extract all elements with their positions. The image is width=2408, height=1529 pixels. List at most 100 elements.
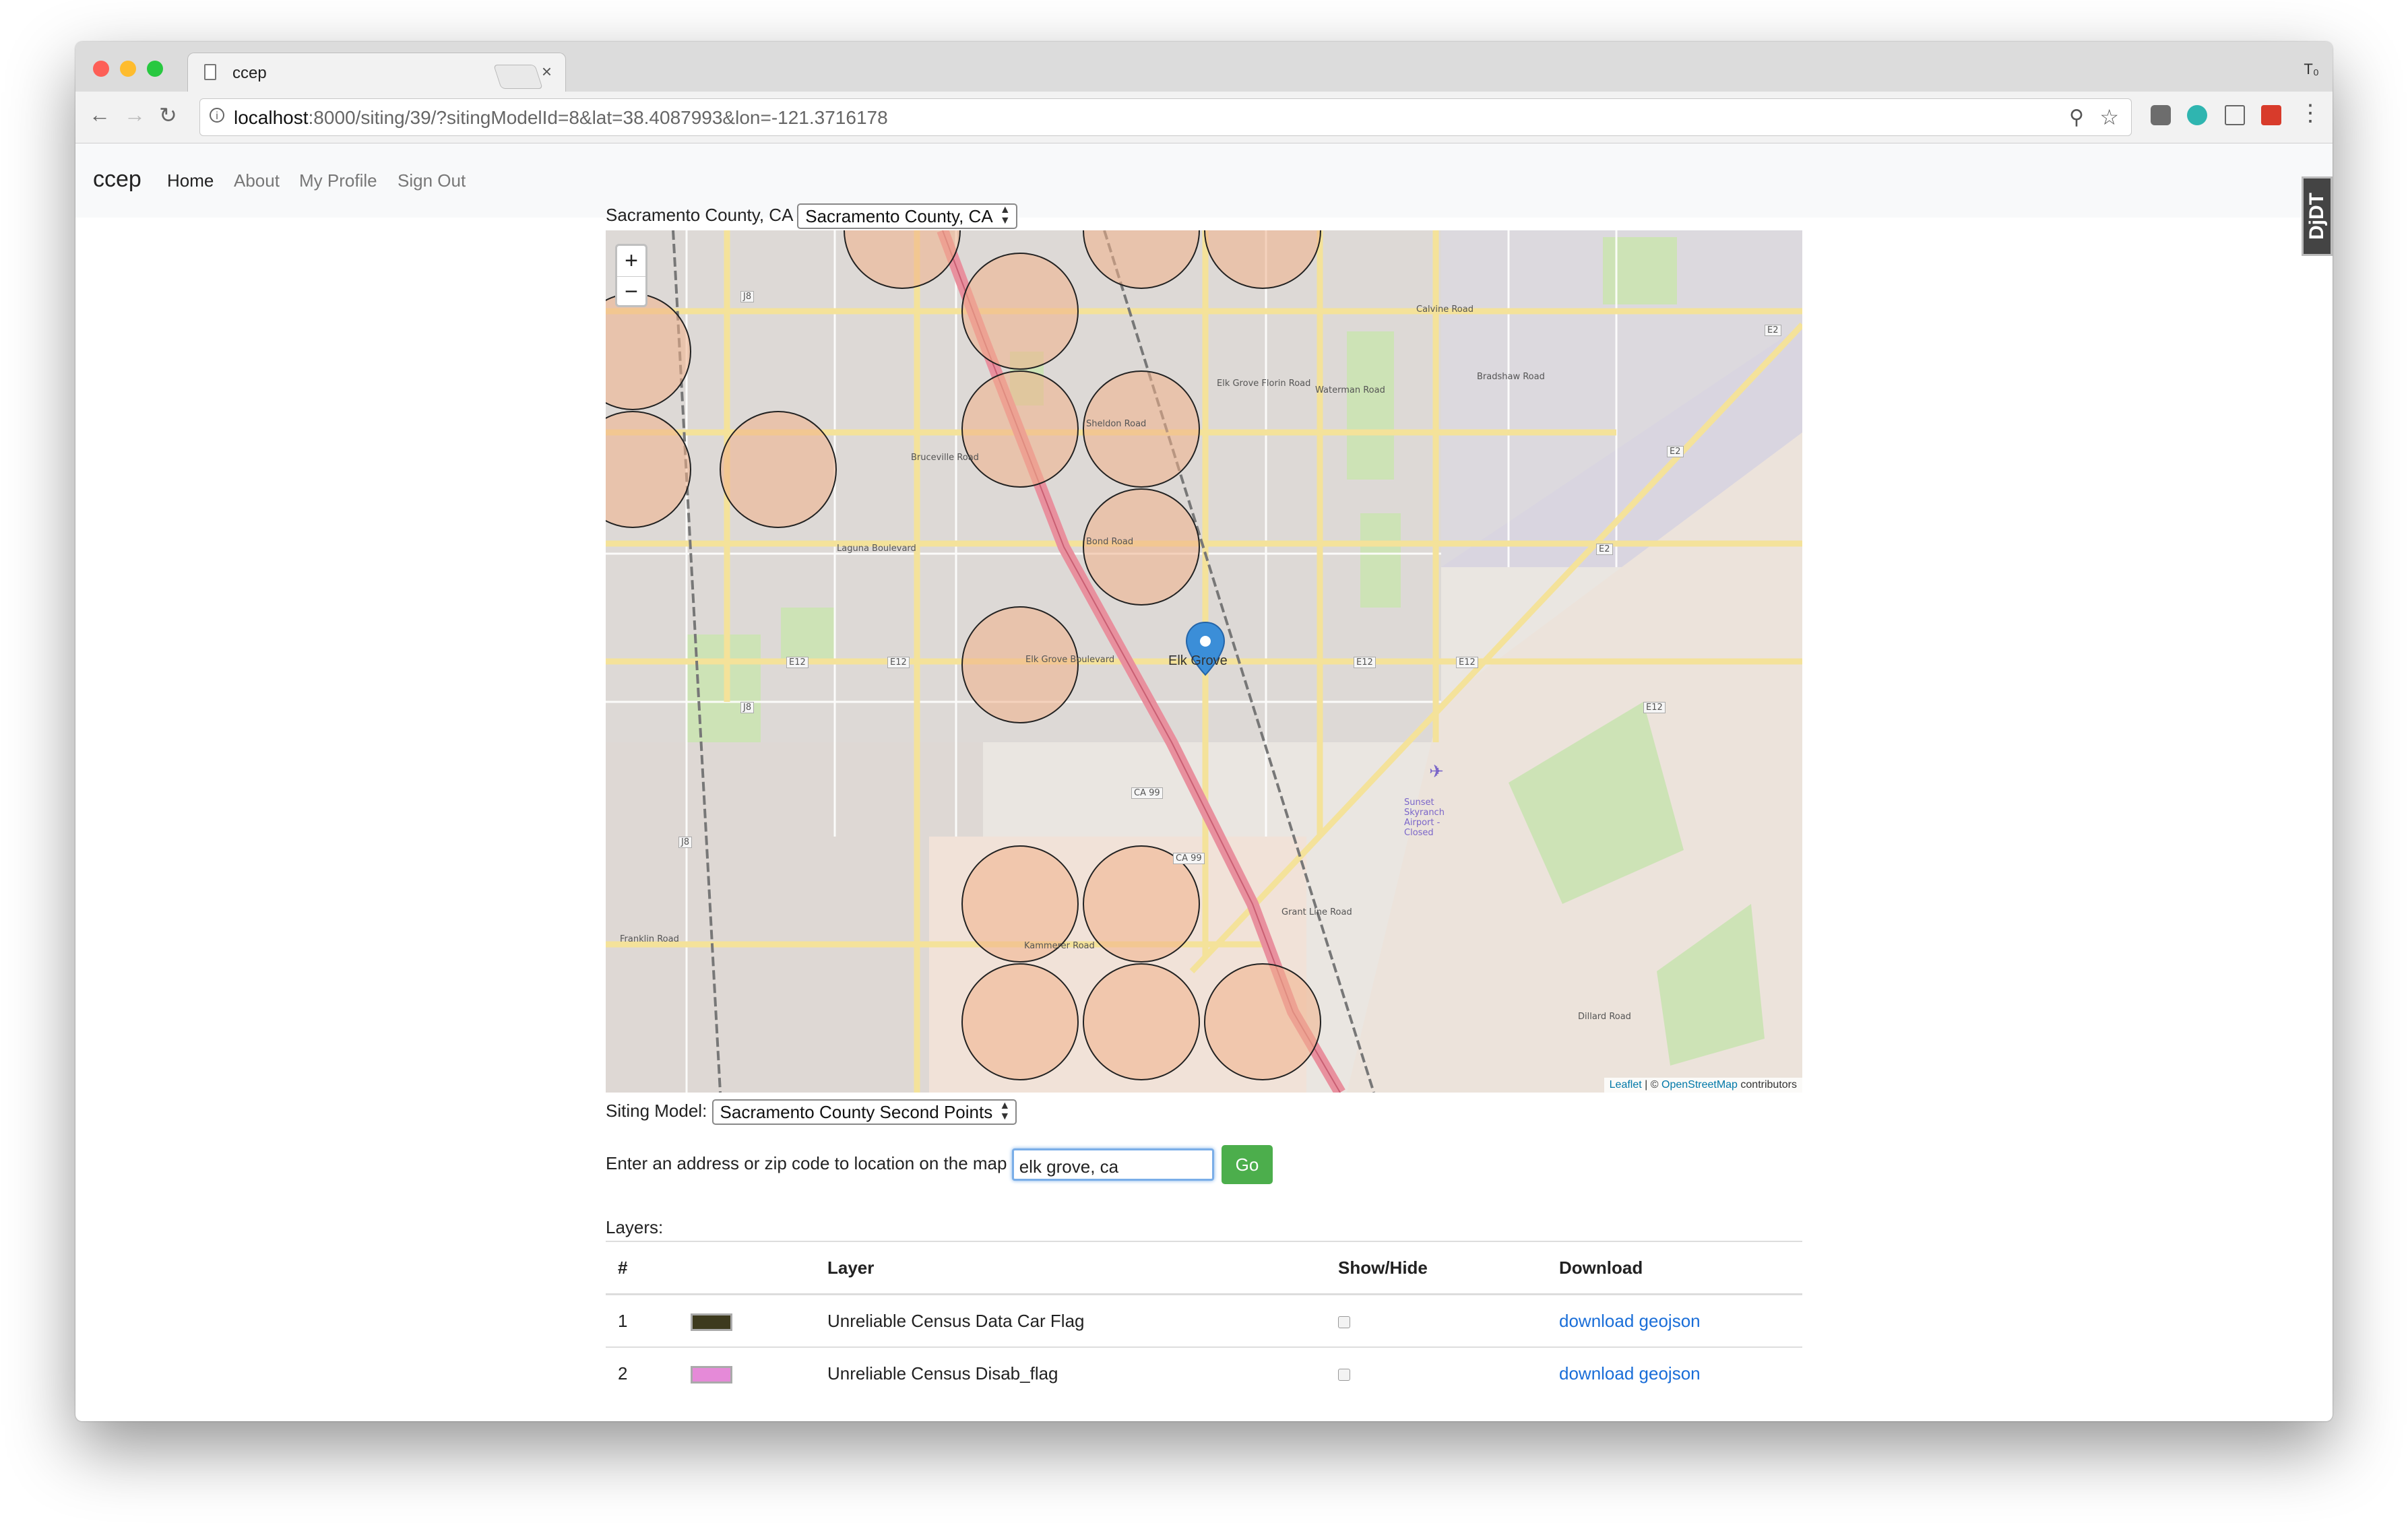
road-label: E12 — [1354, 657, 1376, 668]
layer-color-swatch — [691, 1365, 732, 1384]
map-attribution: Leaflet | © OpenStreetMap contributors — [1604, 1078, 1802, 1093]
url-text[interactable]: localhost:8000/siting/39/?sitingModelId=… — [234, 107, 888, 129]
download-geojson-link[interactable]: download geojson — [1559, 1363, 1701, 1384]
layers-table: # Layer Show/Hide Download 1 Unreliable … — [606, 1241, 1802, 1399]
info-icon[interactable]: i — [210, 108, 224, 123]
forward-icon[interactable]: → — [124, 102, 146, 127]
close-tab-icon[interactable]: × — [542, 61, 552, 82]
road-label: CA 99 — [1131, 787, 1163, 799]
header-layer: Layer — [815, 1241, 1326, 1295]
road-label: J8 — [740, 702, 755, 713]
row-layer-name: Unreliable Census Disab_flag — [815, 1346, 1326, 1399]
row-num: 2 — [606, 1346, 678, 1399]
row-toggle-cell — [1326, 1293, 1547, 1347]
tab-title: ccep — [232, 64, 267, 82]
row-layer-name: Unreliable Census Data Car Flag — [815, 1293, 1326, 1347]
site-navbar: ccep Home About My Profile Sign Out — [75, 143, 2333, 218]
nav-sign-out[interactable]: Sign Out — [398, 170, 466, 191]
row-swatch-cell — [678, 1293, 815, 1347]
road-label: Bradshaw Road — [1477, 372, 1545, 382]
siting-model-value: Sacramento County Second Points — [720, 1102, 993, 1122]
road-label: Bruceville Road — [911, 453, 979, 463]
row-num: 1 — [606, 1293, 678, 1347]
osm-link[interactable]: OpenStreetMap — [1661, 1079, 1738, 1091]
siting-model-row: Siting Model: Sacramento County Second P… — [606, 1099, 1017, 1125]
maximize-window-button[interactable] — [147, 61, 163, 77]
header-swatch — [678, 1241, 815, 1295]
road-label: Sheldon Road — [1086, 419, 1147, 429]
county-select[interactable]: Sacramento County, CA ▲ ▼ — [797, 203, 1017, 229]
reload-icon[interactable]: ↻ — [159, 102, 177, 128]
extension-red-icon[interactable] — [2261, 105, 2281, 125]
road-label: Calvine Road — [1416, 304, 1474, 315]
new-tab-button[interactable] — [493, 65, 543, 89]
shield-extension-icon[interactable] — [2151, 105, 2171, 125]
siting-model-select[interactable]: Sacramento County Second Points ▲ ▼ — [711, 1099, 1017, 1125]
zoom-out-button[interactable]: − — [617, 277, 645, 307]
address-label: Enter an address or zip code to location… — [606, 1152, 1007, 1173]
road-label: Waterman Road — [1315, 385, 1385, 395]
road-label: E12 — [786, 657, 809, 668]
debug-toolbar-handle[interactable]: DjDT — [2302, 176, 2333, 256]
road-label: E12 — [887, 657, 910, 668]
show-hide-checkbox[interactable] — [1338, 1315, 1350, 1328]
siting-model-label: Siting Model: — [606, 1100, 707, 1121]
profile-badge[interactable]: T₀ — [2304, 61, 2319, 78]
road-label: E2 — [1667, 446, 1684, 457]
cast-icon[interactable] — [2225, 105, 2245, 125]
row-download-cell: download geojson — [1547, 1293, 1802, 1347]
road-label: E2 — [1596, 544, 1613, 555]
back-icon[interactable]: ← — [89, 102, 110, 127]
url-host: localhost — [234, 107, 309, 128]
attribution-separator: | © — [1645, 1079, 1659, 1091]
table-row: 2 Unreliable Census Disab_flag download … — [606, 1346, 1802, 1399]
road-label: Laguna Boulevard — [837, 544, 916, 554]
road-label: Elk Grove Boulevard — [1025, 655, 1115, 665]
road-label: Kammerer Road — [1024, 941, 1095, 951]
close-window-button[interactable] — [93, 61, 109, 77]
header-show-hide: Show/Hide — [1326, 1241, 1547, 1295]
row-download-cell: download geojson — [1547, 1346, 1802, 1399]
zoom-in-button[interactable]: + — [617, 246, 645, 277]
road-label: CA 99 — [1173, 853, 1205, 864]
road-label: J8 — [740, 291, 755, 302]
zoom-icon[interactable]: ⚲ — [2069, 106, 2084, 129]
address-bar[interactable]: i localhost:8000/siting/39/?sitingModelI… — [199, 98, 2132, 136]
table-row: 1 Unreliable Census Data Car Flag downlo… — [606, 1293, 1802, 1347]
nav-my-profile[interactable]: My Profile — [299, 170, 377, 191]
nav-home[interactable]: Home — [167, 170, 214, 191]
county-label: Sacramento County, CA — [606, 204, 792, 225]
marker-label: Elk Grove — [1168, 653, 1228, 668]
layer-color-swatch — [691, 1313, 732, 1331]
row-swatch-cell — [678, 1346, 815, 1399]
extension-circle-icon[interactable] — [2187, 105, 2207, 125]
page-icon — [204, 64, 216, 80]
url-path: :8000/siting/39/?sitingModelId=8&lat=38.… — [308, 107, 888, 128]
county-select-value: Sacramento County, CA — [805, 206, 993, 226]
road-label: E2 — [1765, 325, 1781, 336]
nav-about[interactable]: About — [234, 170, 280, 191]
road-label: Grant Line Road — [1281, 907, 1352, 917]
road-label: Sunset Skyranch Airport - Closed — [1404, 798, 1445, 838]
zoom-control[interactable]: + − — [615, 244, 647, 307]
map-view[interactable]: ✈ E12 E12 E12 E12 E12 CA 99 CA 99 J8 J8 J8 E2 E2 E2 C… — [606, 230, 1802, 1093]
table-header-row: # Layer Show/Hide Download — [606, 1241, 1802, 1295]
road-label: Bond Road — [1086, 537, 1134, 547]
bookmark-star-icon[interactable]: ☆ — [2099, 104, 2119, 130]
leaflet-link[interactable]: Leaflet — [1610, 1079, 1642, 1091]
browser-toolbar: ← → ↻ i localhost:8000/siting/39/?siting… — [75, 92, 2333, 143]
road-label: E12 — [1643, 702, 1666, 713]
download-geojson-link[interactable]: download geojson — [1559, 1311, 1701, 1331]
header-download: Download — [1547, 1241, 1802, 1295]
minimize-window-button[interactable] — [120, 61, 136, 77]
road-label: J8 — [678, 837, 693, 848]
address-row: Enter an address or zip code to location… — [606, 1145, 1273, 1184]
show-hide-checkbox[interactable] — [1338, 1368, 1350, 1381]
brand-link[interactable]: ccep — [93, 166, 141, 193]
select-arrows-icon: ▲ ▼ — [999, 1100, 1011, 1122]
select-arrows-icon: ▲ ▼ — [999, 204, 1011, 226]
browser-menu-icon[interactable]: ⋮ — [2299, 100, 2322, 127]
go-button[interactable]: Go — [1221, 1145, 1273, 1184]
address-input[interactable]: elk grove, ca — [1011, 1148, 1214, 1181]
browser-window: ccep × T₀ ← → ↻ i localhost:8000/siting/… — [75, 42, 2333, 1421]
